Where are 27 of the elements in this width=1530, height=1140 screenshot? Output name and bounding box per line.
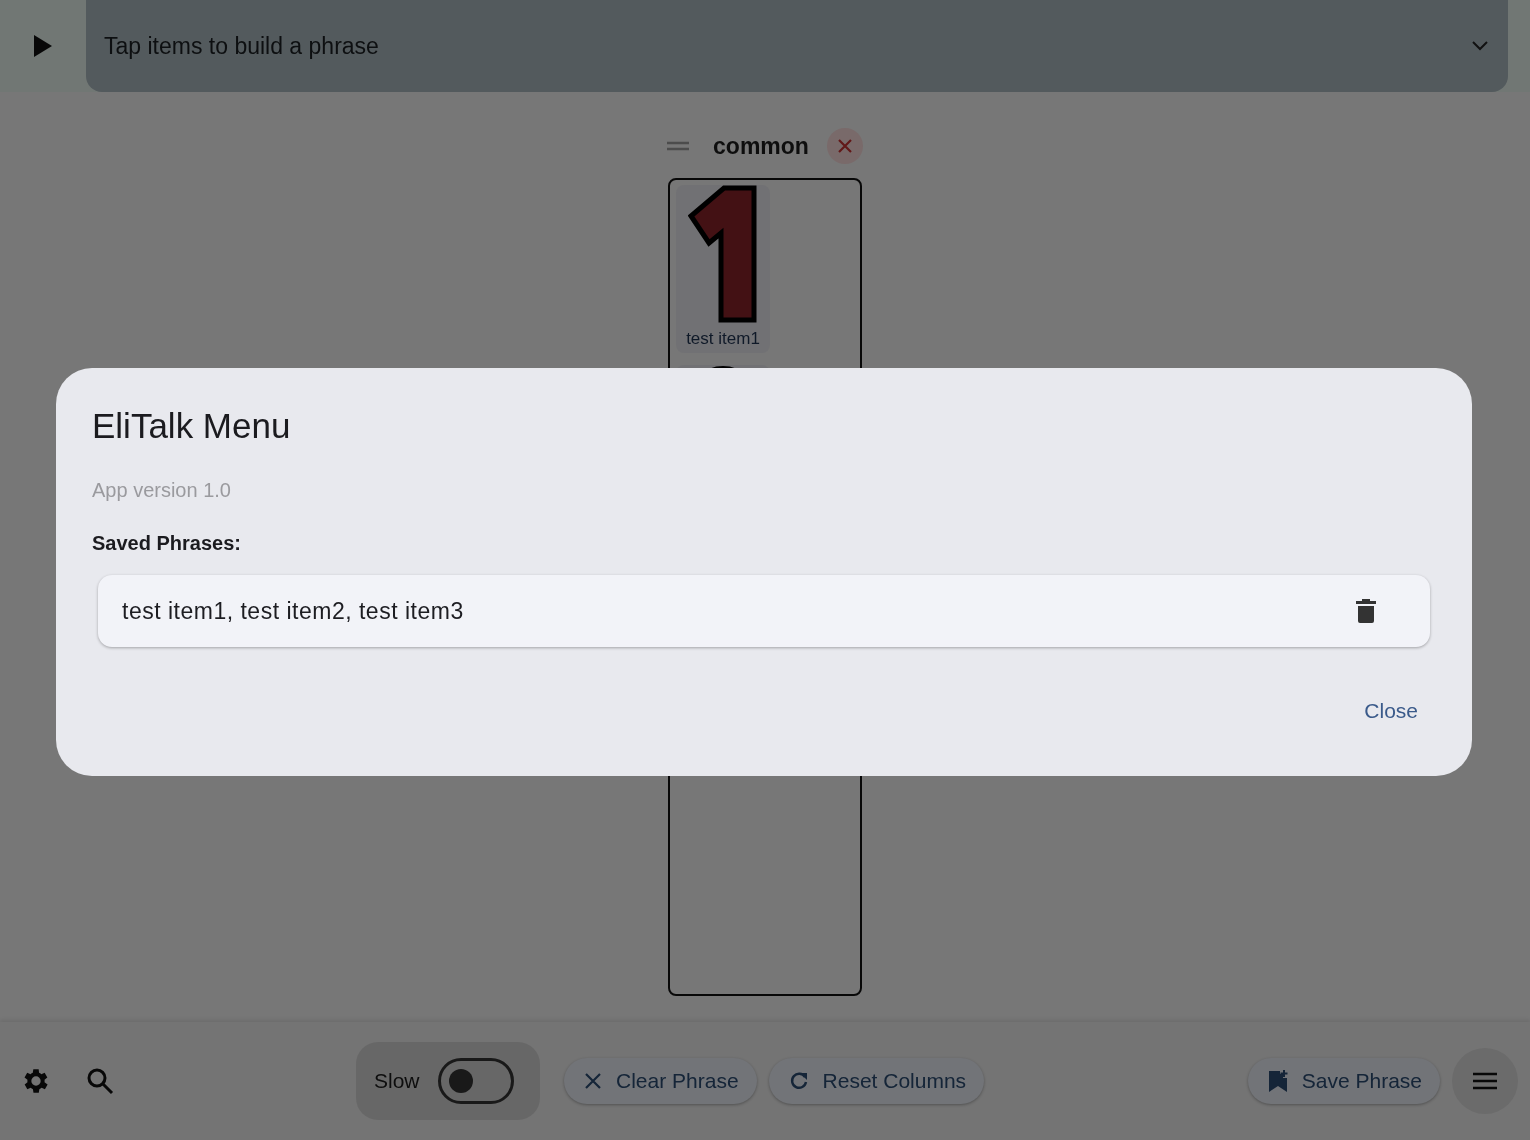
refresh-icon: [788, 1071, 809, 1091]
close-button[interactable]: Close: [1346, 695, 1436, 727]
search-icon: [86, 1067, 114, 1095]
delete-button[interactable]: [1356, 599, 1376, 623]
close-icon: [836, 138, 853, 154]
column-title: common: [713, 132, 809, 160]
search-button[interactable]: [86, 1067, 114, 1095]
bookmark-add-icon: [1267, 1070, 1288, 1092]
saved-phrase-item[interactable]: test item1, test item2, test item3: [98, 575, 1430, 647]
drag-handle-icon[interactable]: [667, 141, 690, 151]
slow-toggle[interactable]: Slow: [356, 1042, 540, 1120]
play-icon: [34, 35, 52, 57]
version-text: App version 1.0: [92, 479, 231, 502]
menu-icon: [1473, 1072, 1497, 1090]
save-phrase-button[interactable]: Save Phrase: [1247, 1058, 1440, 1104]
section-label: Saved Phrases:: [92, 532, 241, 555]
dialog-title: EliTalk Menu: [92, 406, 291, 446]
phrase-dropdown[interactable]: Tap items to build a phrase: [86, 0, 1508, 92]
chevron-down-icon: [1472, 41, 1488, 51]
toggle-switch[interactable]: [437, 1058, 514, 1104]
item-tile[interactable]: test item1: [676, 185, 770, 353]
close-icon: [584, 1072, 602, 1090]
remove-column-button[interactable]: [826, 128, 863, 164]
chip-button[interactable]: Clear Phrase: [564, 1058, 757, 1104]
saved-phrase-text: test item1, test item2, test item3: [122, 597, 465, 625]
chip-button[interactable]: Reset Columns: [768, 1058, 985, 1104]
trash-icon: [1356, 599, 1376, 623]
